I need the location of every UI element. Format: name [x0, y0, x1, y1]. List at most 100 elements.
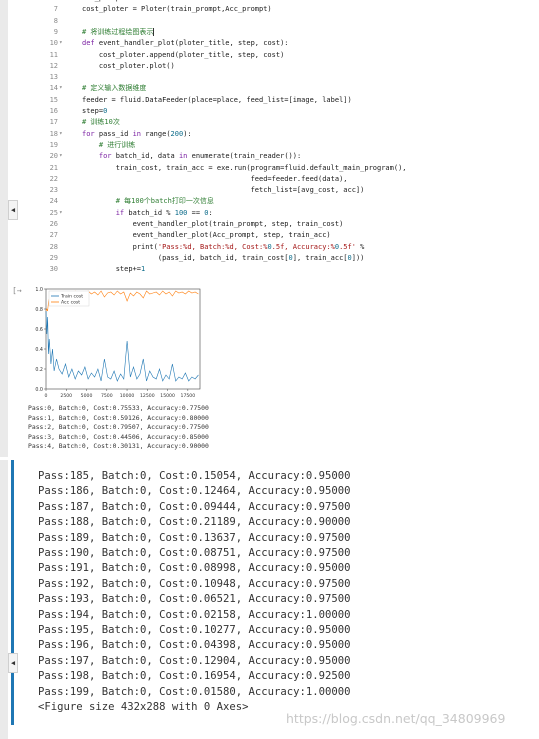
training-chart: 0.0 0.2 0.4 0.6 0.8 1.0 0 2500 5000 7500 10000 1250… [28, 286, 204, 406]
code-line[interactable]: event_handler_plot(train_prompt, step, t… [82, 219, 344, 229]
log-line: Pass:198, Batch:0, Cost:0.16954, Accurac… [38, 670, 351, 683]
code-line[interactable]: Acc_prompt = "Acc cost" [82, 0, 179, 3]
log-line: Pass:4, Batch:0, Cost:0.30131, Accuracy:… [28, 442, 209, 451]
log-line: Pass:188, Batch:0, Cost:0.21189, Accurac… [38, 516, 351, 529]
line-number: 8 [53, 16, 58, 25]
log-line: Pass:186, Batch:0, Cost:0.12464, Accurac… [38, 485, 351, 498]
y-tick-label: 0.4 [35, 347, 43, 353]
code-line[interactable]: cost_ploter = Ploter(train_prompt,Acc_pr… [82, 4, 272, 14]
x-tick-label: 5000 [81, 393, 93, 399]
training-log-bottom: Pass:185, Batch:0, Cost:0.15054, Accurac… [38, 469, 351, 716]
y-tick-label: 1.0 [35, 287, 43, 293]
y-tick-label: 0.2 [35, 367, 43, 373]
line-number: 19 [49, 140, 58, 149]
line-number: 21 [49, 163, 58, 172]
x-tick-label: 17500 [181, 393, 196, 399]
code-line[interactable]: feed=feeder.feed(data), [82, 174, 348, 184]
log-line: Pass:196, Batch:0, Cost:0.04398, Accurac… [38, 639, 351, 652]
y-tick-label: 0.0 [35, 387, 43, 393]
legend-label: Train cost [60, 294, 83, 300]
code-line[interactable]: # 训练10次 [82, 117, 120, 127]
line-number: 30 [49, 265, 58, 274]
code-editor[interactable]: 6 Acc_prompt = "Acc cost" 7 cost_ploter = P… [28, 0, 494, 282]
fold-arrow-icon[interactable]: ▾ [59, 38, 67, 48]
watermark: https://blog.csdn.net/qq_34809969 [286, 711, 506, 726]
log-line: Pass:189, Batch:0, Cost:0.13637, Accurac… [38, 531, 351, 544]
code-line[interactable]: # 进行训练 [82, 140, 135, 150]
x-tick-label: 15000 [160, 393, 175, 399]
code-line[interactable]: # 将训练过程绘图表示 [82, 27, 155, 37]
y-tick-label: 0.8 [35, 307, 43, 313]
fold-arrow-icon[interactable]: ▾ [59, 151, 67, 161]
text-cursor [153, 27, 155, 36]
log-line: Pass:187, Batch:0, Cost:0.09444, Accurac… [38, 500, 351, 513]
log-line: Pass:197, Batch:0, Cost:0.12904, Accurac… [38, 654, 351, 667]
code-line[interactable]: cost_ploter.append(ploter_title, step, c… [82, 50, 284, 60]
line-number: 26 [49, 220, 58, 228]
collapse-cell-button[interactable]: ◀ [8, 200, 18, 220]
line-number: 13 [49, 73, 58, 82]
line-number: 15 [49, 95, 58, 104]
fold-arrow-icon[interactable]: ▾ [59, 83, 67, 93]
code-line[interactable]: # 定义输入数据维度 [82, 83, 146, 93]
fold-arrow-icon[interactable]: ▾ [59, 208, 67, 218]
output-cell[interactable]: ◀ Pass:185, Batch:0, Cost:0.15054, Accur… [0, 460, 539, 739]
cell-left-bar [0, 0, 8, 457]
code-line[interactable]: event_handler_plot(Acc_prompt, step, tra… [82, 230, 331, 240]
code-line[interactable]: feeder = fluid.DataFeeder(place=place, f… [82, 95, 352, 105]
code-line[interactable]: for batch_id, data in enumerate(train_re… [82, 151, 301, 161]
line-number: 10 [49, 39, 58, 48]
code-line[interactable]: for pass_id in range(200): [82, 129, 192, 139]
log-line: Pass:193, Batch:0, Cost:0.06521, Accurac… [38, 593, 351, 606]
line-number: 27 [49, 231, 58, 240]
log-line: Pass:194, Batch:0, Cost:0.02158, Accurac… [38, 608, 351, 621]
code-line[interactable]: def event_handler_plot(ploter_title, ste… [82, 38, 289, 48]
code-line[interactable]: print('Pass:%d, Batch:%d, Cost:%0.5f, Ac… [82, 242, 365, 252]
cell-left-bar [0, 460, 8, 739]
line-number: 14 [49, 84, 58, 93]
log-line: Pass:199, Batch:0, Cost:0.01580, Accurac… [38, 685, 351, 698]
code-line[interactable]: step=0 [82, 106, 107, 116]
line-number: 12 [49, 61, 58, 70]
code-line[interactable]: train_cost, train_acc = exe.run(program=… [82, 163, 407, 173]
code-line[interactable]: cost_ploter.plot() [82, 61, 175, 71]
log-line: Pass:0, Batch:0, Cost:0.75533, Accuracy:… [28, 404, 209, 412]
x-tick-label: 2500 [60, 393, 72, 399]
log-line: Pass:192, Batch:0, Cost:0.10948, Accurac… [38, 577, 351, 590]
code-line[interactable]: (pass_id, batch_id, train_cost[0], train… [82, 253, 365, 263]
line-number: 11 [49, 50, 58, 59]
collapse-output-button[interactable]: ◀ [8, 653, 18, 673]
line-number: 28 [49, 242, 58, 251]
x-tick-label: 0 [45, 393, 48, 399]
line-number: 7 [53, 5, 58, 14]
log-line: Pass:185, Batch:0, Cost:0.15054, Accurac… [38, 470, 351, 482]
y-tick-label: 0.6 [35, 327, 43, 333]
log-line: Pass:191, Batch:0, Cost:0.08998, Accurac… [38, 562, 351, 575]
fold-arrow-icon[interactable]: ▾ [59, 129, 67, 139]
line-number: 18 [49, 129, 58, 138]
log-line: Pass:1, Batch:0, Cost:0.59126, Accuracy:… [28, 413, 209, 422]
code-line[interactable]: if batch_id % 100 == 0: [82, 208, 213, 218]
log-line: Pass:3, Batch:0, Cost:0.44506, Accuracy:… [28, 432, 209, 441]
chart-svg: 0.0 0.2 0.4 0.6 0.8 1.0 0 2500 5000 7500 10000 1250… [35, 287, 201, 399]
code-line[interactable]: fetch_list=[avg_cost, acc]) [82, 185, 365, 195]
code-line[interactable]: # 每100个batch打印一次信息 [82, 196, 214, 206]
line-number: 16 [49, 107, 58, 115]
line-number: 23 [49, 186, 58, 195]
selected-cell-indicator [11, 460, 14, 725]
x-tick-label: 12500 [140, 393, 155, 399]
line-number: 9 [53, 27, 58, 36]
legend-label: Acc cost [61, 300, 80, 306]
output-icon: [→ [12, 286, 22, 295]
code-line[interactable]: step+=1 [82, 264, 146, 274]
x-tick-label: 10000 [120, 393, 135, 399]
line-number: 17 [49, 118, 58, 127]
line-number: 25 [49, 208, 58, 217]
x-tick-label: 7500 [101, 393, 113, 399]
log-line: Pass:2, Batch:0, Cost:0.79507, Accuracy:… [28, 423, 209, 432]
line-number: 24 [49, 197, 58, 206]
code-cell[interactable]: ◀ 6 Acc_prompt = "Acc cost" 7 cost_ploter =… [0, 0, 539, 457]
training-log-top: Pass:0, Batch:0, Cost:0.75533, Accuracy:… [28, 404, 288, 452]
line-number: 20 [49, 152, 58, 161]
line-number: 6 [28, 0, 58, 3]
